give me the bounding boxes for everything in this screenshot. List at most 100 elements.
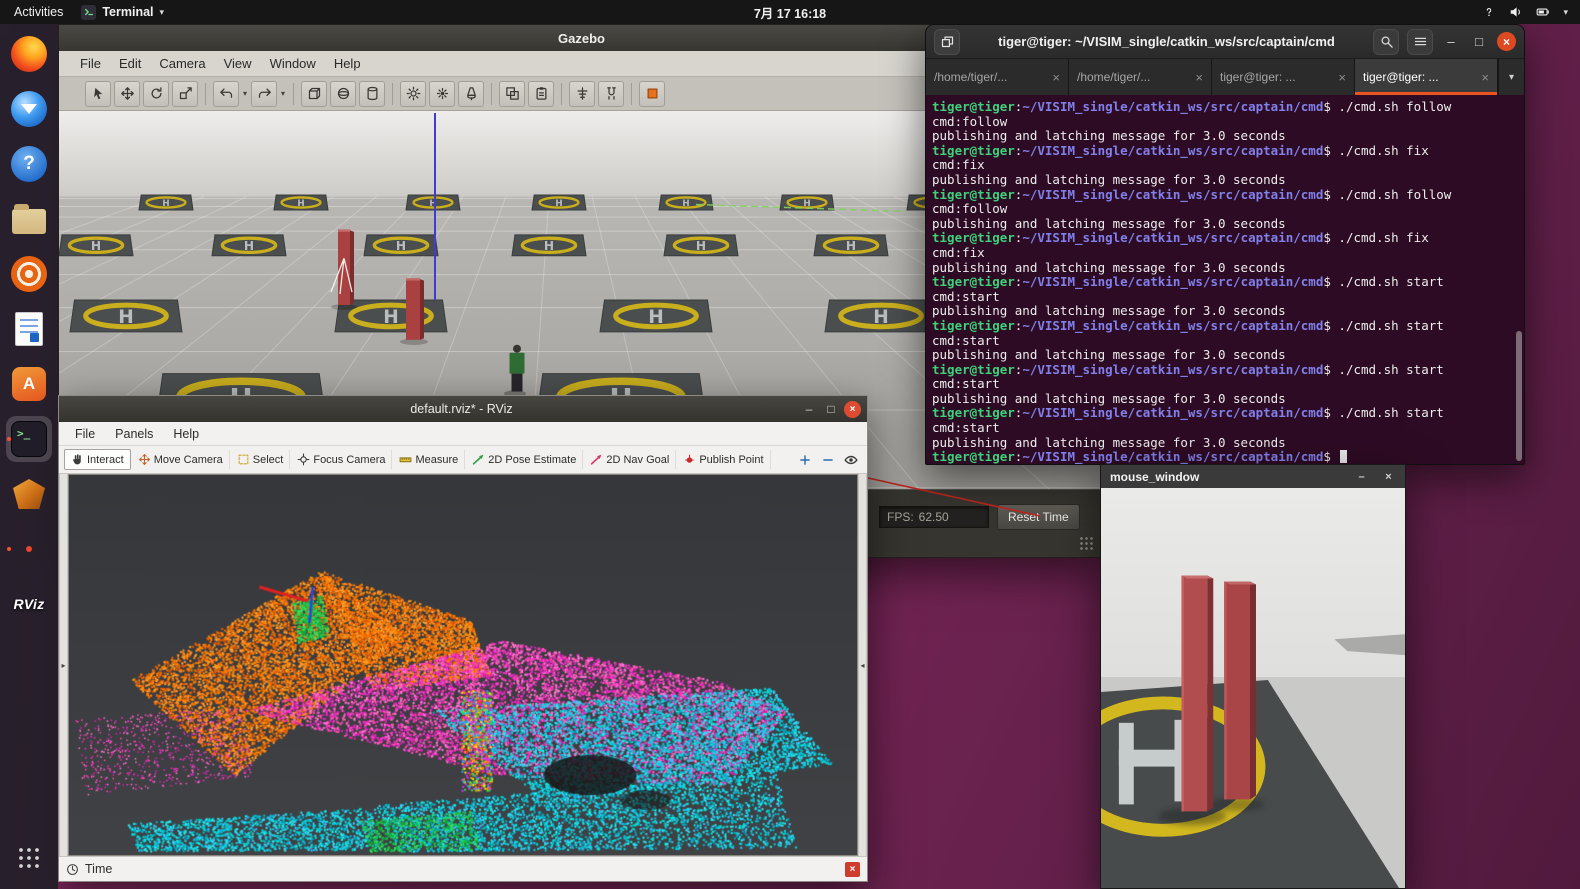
pointcloud-canvas[interactable]	[69, 475, 857, 855]
mouse-window-render[interactable]	[1101, 488, 1405, 888]
redo-dropdown[interactable]: ▾	[281, 89, 285, 98]
scrollbar-thumb[interactable]	[1516, 331, 1522, 461]
tab-close-icon[interactable]: ×	[1195, 70, 1203, 85]
app-menu[interactable]: Terminal ▾	[81, 5, 164, 20]
tool-move-camera[interactable]: Move Camera	[132, 450, 230, 469]
copy-button[interactable]	[499, 81, 525, 107]
terminal-tab-4[interactable]: tiger@tiger: ...×	[1355, 59, 1498, 95]
prompt-user: tiger@tiger	[932, 99, 1015, 114]
dock-item-gazebo[interactable]	[6, 471, 52, 517]
dock-item-terminal[interactable]: >_	[6, 416, 52, 462]
dock-item-software[interactable]: A	[6, 361, 52, 407]
terminal-body[interactable]: tiger@tiger:~/VISIM_single/catkin_ws/src…	[926, 95, 1524, 464]
minimize-button[interactable]: –	[798, 402, 820, 416]
dock-item-media[interactable]	[6, 251, 52, 297]
tab-close-icon[interactable]: ×	[1481, 70, 1489, 85]
resize-grip[interactable]	[1079, 536, 1094, 551]
menu-button[interactable]	[1407, 29, 1433, 55]
help-indicator[interactable]	[1482, 5, 1496, 19]
helipad: H	[659, 195, 713, 210]
minimize-button[interactable]: –	[1354, 471, 1369, 483]
fps-field[interactable]: FPS: 62.50	[879, 506, 989, 528]
dock-item-mail[interactable]	[6, 86, 52, 132]
terminal-tab-3[interactable]: tiger@tiger: ...×	[1212, 59, 1355, 95]
system-menu-caret-icon[interactable]: ▾	[1563, 7, 1568, 18]
snap-button[interactable]	[598, 81, 624, 107]
tab-close-icon[interactable]: ×	[1052, 70, 1060, 85]
visibility-button[interactable]	[840, 449, 862, 471]
maximize-button[interactable]: □	[1469, 34, 1489, 49]
close-button[interactable]: ×	[1381, 471, 1396, 483]
mouse-window: mouse_window – ×	[1100, 464, 1406, 889]
dock-item-files[interactable]	[6, 196, 52, 242]
gazebo-menu-help[interactable]: Help	[325, 53, 370, 74]
windows-stack-icon[interactable]	[934, 29, 960, 55]
align-button[interactable]	[569, 81, 595, 107]
time-panel-close-button[interactable]: ×	[845, 862, 860, 877]
panel-collapse-left[interactable]: ▸	[59, 474, 68, 856]
minimize-button[interactable]: –	[1441, 34, 1461, 49]
gazebo-menu-camera[interactable]: Camera	[150, 53, 214, 74]
dock-item-writer[interactable]	[6, 306, 52, 352]
tab-close-icon[interactable]: ×	[1338, 70, 1346, 85]
insert-sphere-button[interactable]	[330, 81, 356, 107]
close-button[interactable]: ×	[844, 401, 861, 418]
rviz-menu-file[interactable]: File	[65, 425, 105, 443]
terminal-output-line: publishing and latching message for 3.0 …	[932, 348, 1516, 363]
select-tool-button[interactable]	[85, 81, 111, 107]
mouse-window-view[interactable]	[1101, 488, 1405, 888]
rviz-menu-help[interactable]: Help	[163, 425, 209, 443]
gazebo-menu-view[interactable]: View	[215, 53, 261, 74]
scale-tool-button[interactable]	[172, 81, 198, 107]
gazebo-menu-file[interactable]: File	[71, 53, 110, 74]
rviz-titlebar[interactable]: default.rviz* - RViz – □ ×	[59, 396, 867, 422]
terminal-tab-1[interactable]: /home/tiger/...×	[926, 59, 1069, 95]
remove-tool-button[interactable]	[817, 449, 839, 471]
dock-item-help[interactable]: ?	[6, 141, 52, 187]
tool-measure[interactable]: Measure	[393, 450, 465, 469]
terminal-icon	[84, 7, 94, 17]
gazebo-menu-window[interactable]: Window	[261, 53, 325, 74]
battery-icon[interactable]	[1536, 5, 1550, 19]
tool-publish-point[interactable]: Publish Point	[677, 450, 770, 469]
rviz-menu-panels[interactable]: Panels	[105, 425, 163, 443]
reset-time-button[interactable]: Reset Time	[997, 504, 1080, 530]
dock-item-rviz[interactable]: RViz	[6, 581, 52, 627]
terminal-headerbar[interactable]: tiger@tiger: ~/VISIM_single/catkin_ws/sr…	[926, 25, 1524, 59]
search-button[interactable]	[1373, 29, 1399, 55]
directional-light-button[interactable]	[400, 81, 426, 107]
tool-2d-pose-estimate[interactable]: 2D Pose Estimate	[466, 450, 583, 469]
volume-icon[interactable]	[1509, 5, 1523, 19]
tool-interact[interactable]: Interact	[64, 449, 131, 470]
point-light-button[interactable]	[429, 81, 455, 107]
tool-2d-nav-goal[interactable]: 2D Nav Goal	[584, 450, 676, 469]
tool-select[interactable]: Select	[231, 450, 291, 469]
insert-box-button[interactable]	[301, 81, 327, 107]
rviz-3d-view[interactable]	[68, 474, 858, 856]
spot-light-button[interactable]	[458, 81, 484, 107]
tool-focus-camera[interactable]: Focus Camera	[291, 450, 392, 469]
translate-tool-button[interactable]	[114, 81, 140, 107]
tab-list-caret-button[interactable]: ▾	[1498, 59, 1524, 95]
insert-cylinder-button[interactable]	[359, 81, 385, 107]
dock-item-show-apps[interactable]	[6, 835, 52, 881]
paste-button[interactable]	[528, 81, 554, 107]
change-origin-button[interactable]	[639, 81, 665, 107]
activities-button[interactable]: Activities	[14, 5, 63, 19]
add-tool-button[interactable]	[794, 449, 816, 471]
redo-button[interactable]	[251, 81, 277, 107]
mouse-window-titlebar[interactable]: mouse_window – ×	[1101, 465, 1405, 488]
undo-dropdown[interactable]: ▾	[243, 89, 247, 98]
dock-item-running[interactable]	[6, 526, 52, 572]
undo-button[interactable]	[213, 81, 239, 107]
panel-collapse-right[interactable]: ◂	[858, 474, 867, 856]
gazebo-menu-edit[interactable]: Edit	[110, 53, 150, 74]
clock[interactable]: 7月 17 16:18	[754, 3, 826, 22]
system-status-area[interactable]: ▾	[1482, 5, 1580, 19]
close-button[interactable]: ×	[1497, 32, 1516, 51]
time-panel-label: Time	[85, 862, 112, 876]
terminal-tab-2[interactable]: /home/tiger/...×	[1069, 59, 1212, 95]
dock-item-firefox[interactable]	[6, 31, 52, 77]
maximize-button[interactable]: □	[820, 402, 842, 416]
rotate-tool-button[interactable]	[143, 81, 169, 107]
